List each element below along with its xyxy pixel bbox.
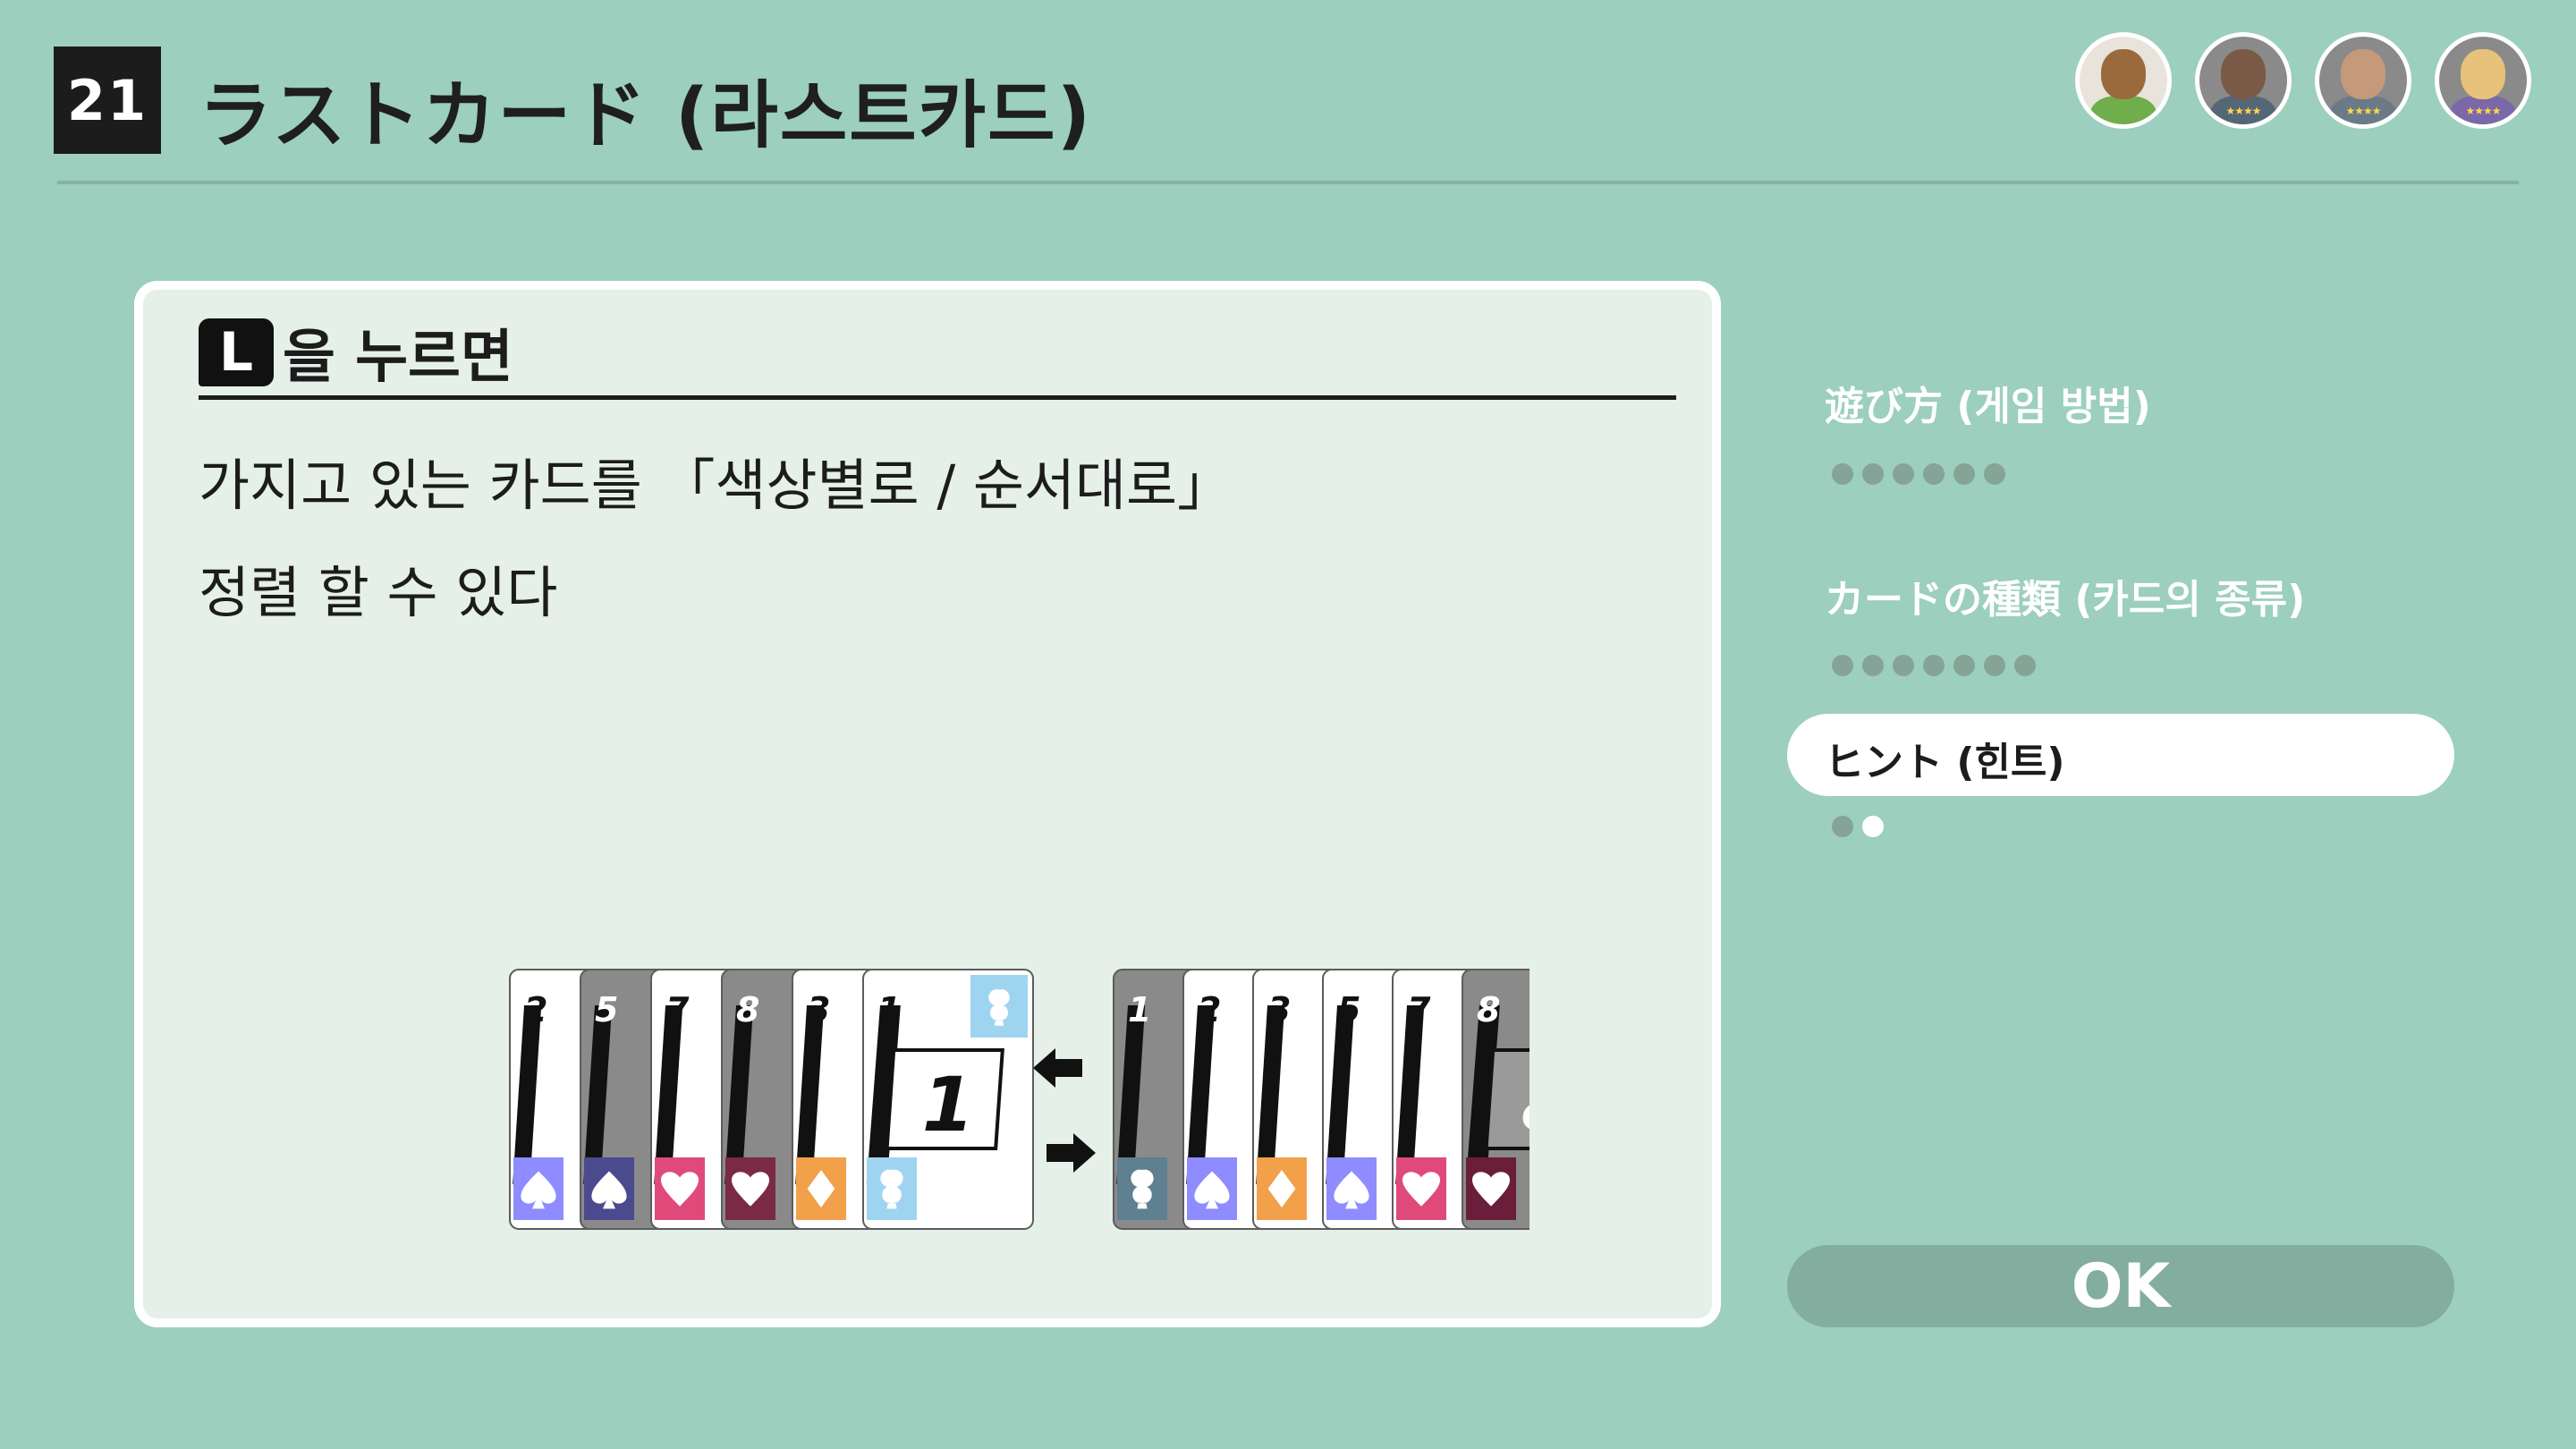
menu-item-how-to-play[interactable]: 遊び方 (게임 방법) (1825, 374, 2151, 431)
page-dot (1893, 463, 1914, 485)
page-dot (1923, 463, 1945, 485)
player-avatar-3: ★★★★ (2315, 32, 2411, 129)
l-button-icon: L (199, 318, 274, 386)
star-rating: ★★★★ (2225, 105, 2261, 117)
avatar-head (2461, 49, 2505, 99)
description-line-2: 정렬 할 수 있다 (199, 560, 558, 625)
card-rank: 8 (1477, 990, 1500, 1030)
page-dot (2014, 655, 2036, 676)
menu-item-hint-label: ヒント (힌트) (1825, 740, 2065, 785)
star-rating: ★★★★ (2465, 105, 2501, 117)
page-dots-card-types (1832, 655, 2036, 676)
hint-panel: L 을 누르면 가지고 있는 카드를 「색상별로 / 순서대로」 정렬 할 수 … (134, 281, 1721, 1327)
star-rating: ★★★★ (2345, 105, 2381, 117)
card-rank: 1 (877, 990, 901, 1030)
heading-divider (199, 395, 1676, 400)
card-1-club: 11 (862, 969, 1034, 1230)
card-sort-illustration: 25783111235788 (509, 969, 1530, 1230)
game-title: ラストカード (라스트카드) (199, 73, 1093, 158)
page-dots-how-to-play (1832, 463, 2005, 485)
card-rank: 1 (1128, 990, 1151, 1030)
card-rank: 7 (1407, 990, 1431, 1030)
card-rank: 2 (524, 990, 547, 1030)
page-dot (1953, 655, 1975, 676)
page-dot (1893, 655, 1914, 676)
page-dot (1953, 463, 1975, 485)
card-rank: 5 (1337, 990, 1360, 1030)
avatar-head (2101, 49, 2146, 99)
card-big-rank: 1 (922, 1061, 974, 1148)
avatar-head (2341, 49, 2385, 99)
player-list: ★★★★ ★★★★ ★★★★ (2075, 32, 2531, 129)
arrow-right-icon (1046, 1133, 1096, 1173)
header-divider (57, 181, 2519, 184)
page-dot (1862, 463, 1884, 485)
player-avatar-2: ★★★★ (2195, 32, 2292, 129)
avatar-body (2090, 96, 2157, 124)
card-rank: 5 (595, 990, 618, 1030)
page-dot (1984, 655, 2005, 676)
header: 21 ラストカード (라스트카드) ★★★★ ★★★★ ★★★★ (0, 0, 2576, 188)
page-dot (1832, 655, 1853, 676)
arrow-left-icon (1033, 1048, 1082, 1088)
avatar-head (2221, 49, 2266, 99)
player-avatar-4: ★★★★ (2435, 32, 2531, 129)
game-number-badge: 21 (54, 47, 161, 154)
ok-button[interactable]: OK (1787, 1245, 2454, 1327)
page-dot (1862, 655, 1884, 676)
description-line-1: 가지고 있는 카드를 「색상별로 / 순서대로」 (199, 453, 1233, 518)
page-dot (1832, 816, 1853, 837)
page-dot (1984, 463, 2005, 485)
card-big-rank: 8 (1521, 1061, 1530, 1148)
panel-heading: L 을 누르면 (199, 315, 513, 391)
page-dot-current (1862, 816, 1884, 837)
card-8-heart: 88 (1462, 969, 1530, 1230)
panel-heading-text: 을 누르면 (283, 325, 513, 391)
card-rank: 3 (1267, 990, 1291, 1030)
card-rank: 3 (807, 990, 830, 1030)
card-rank: 7 (665, 990, 690, 1030)
tanuki-avatar (2075, 32, 2172, 129)
page-dot (1923, 655, 1945, 676)
card-rank: 2 (1198, 990, 1221, 1030)
page-dot (1832, 463, 1853, 485)
card-rank: 8 (736, 990, 759, 1030)
menu-item-card-types[interactable]: カードの種類 (카드의 종류) (1825, 567, 2305, 624)
menu-item-hint[interactable]: ヒント (힌트) (1787, 714, 2454, 796)
page-dots-hint (1832, 816, 1884, 837)
